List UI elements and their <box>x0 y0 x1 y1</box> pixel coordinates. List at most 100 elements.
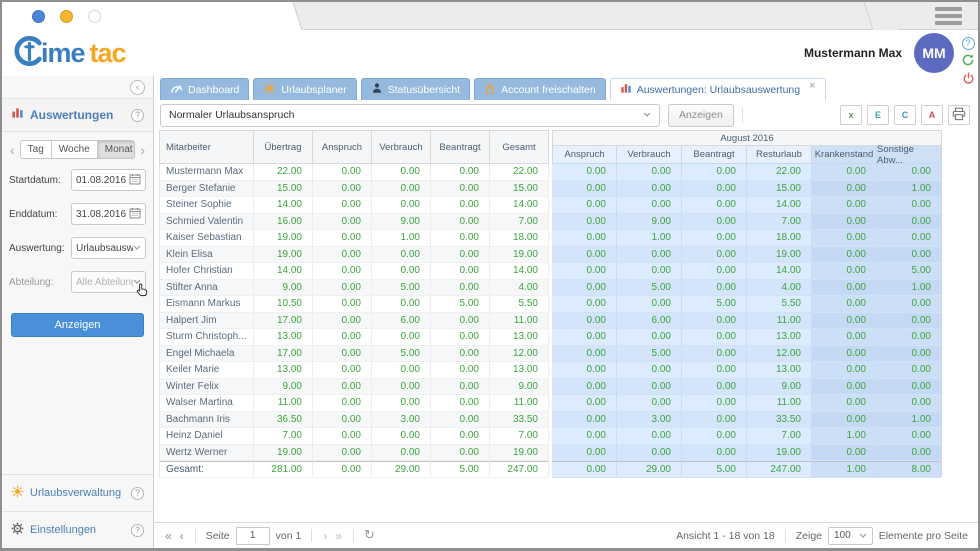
value-cell: 0.00 <box>552 428 617 445</box>
column-header[interactable]: Resturlaub <box>747 146 812 164</box>
tab-statusübersicht[interactable]: Statusübersicht <box>361 78 470 100</box>
table-row[interactable]: Klein Elisa19.000.000.000.0019.000.000.0… <box>159 247 942 264</box>
close-icon[interactable]: × <box>809 80 815 92</box>
report-type-select[interactable]: Normaler Urlaubsanspruch <box>160 104 660 127</box>
export-xlsx-button[interactable]: E <box>867 105 889 125</box>
employee-name: Halpert Jim <box>159 313 254 330</box>
table-row[interactable]: Stifter Anna9.000.005.000.004.000.005.00… <box>159 280 942 297</box>
value-cell: 13.00 <box>254 329 313 346</box>
value-cell: 0.00 <box>313 181 372 198</box>
table-row[interactable]: Winter Felix9.000.000.000.009.000.000.00… <box>159 379 942 396</box>
value-cell: 22.00 <box>490 164 549 181</box>
startdate-input[interactable]: 01.08.2016 <box>71 169 146 191</box>
sun-icon <box>263 82 276 98</box>
tab-dashboard[interactable]: Dashboard <box>160 78 249 100</box>
last-page-icon[interactable]: » <box>334 529 343 543</box>
table-row[interactable]: Schmied Valentin16.000.009.000.007.000.0… <box>159 214 942 231</box>
sidebar-section-auswertungen[interactable]: Auswertungen ? <box>2 98 153 131</box>
table-row[interactable]: Sturm Christoph...13.000.000.000.0013.00… <box>159 329 942 346</box>
clock-icon <box>14 36 44 71</box>
window-dot-white[interactable] <box>88 10 101 23</box>
table-row[interactable]: Walser Martina11.000.000.000.0011.000.00… <box>159 395 942 412</box>
next-period-icon[interactable]: › <box>137 142 148 158</box>
value-cell: 7.00 <box>747 214 812 231</box>
column-header[interactable]: Anspruch <box>552 146 617 164</box>
period-tab-monat[interactable]: Monat <box>98 141 136 158</box>
logout-button[interactable] <box>961 74 975 88</box>
enddate-input[interactable]: 31.08.2016 <box>71 203 146 225</box>
export-xls-button[interactable]: x <box>840 105 862 125</box>
value-cell: 0.00 <box>877 197 942 214</box>
column-header[interactable]: Mitarbeiter <box>159 130 254 164</box>
value-cell: 0.00 <box>812 346 877 363</box>
startdate-label: Startdatum: <box>9 175 71 186</box>
tab-account-freischalten[interactable]: Account freischalten <box>474 78 606 100</box>
table-row[interactable]: Keiler Marie13.000.000.000.0013.000.000.… <box>159 362 942 379</box>
column-header[interactable]: Beantragt <box>682 146 747 164</box>
value-cell: 12.00 <box>490 346 549 363</box>
column-header[interactable]: Beantragt <box>431 130 490 164</box>
employee-name: Mustermann Max <box>159 164 254 181</box>
prev-page-icon[interactable]: ‹ <box>179 529 185 543</box>
export-csv-button[interactable]: C <box>894 105 916 125</box>
export-pdf-button[interactable]: A <box>921 105 943 125</box>
chart-icon <box>620 82 632 97</box>
tab-urlaubsplaner[interactable]: Urlaubsplaner <box>253 78 356 100</box>
value-cell: 0.00 <box>313 214 372 231</box>
tab-auswertungen-urlaubsauswertung[interactable]: Auswertungen: Urlaubsauswertung× <box>610 78 826 100</box>
anzeigen-button[interactable]: Anzeigen <box>11 313 144 337</box>
prev-period-icon[interactable]: ‹ <box>7 142 18 158</box>
menu-icon[interactable] <box>935 7 962 28</box>
table-row[interactable]: Halpert Jim17.000.006.000.0011.000.006.0… <box>159 313 942 330</box>
period-tab-tag[interactable]: Tag <box>21 141 52 158</box>
refresh-button[interactable] <box>961 55 975 69</box>
value-cell: 0.00 <box>877 329 942 346</box>
value-cell: 0.00 <box>372 379 431 396</box>
help-button[interactable]: ? <box>961 36 975 50</box>
table-row[interactable]: Gesamt:281.000.0029.005.00247.000.0029.0… <box>159 461 942 478</box>
next-page-icon[interactable]: › <box>322 529 328 543</box>
period-tab-woche[interactable]: Woche <box>52 141 98 158</box>
column-header[interactable]: Verbrauch <box>372 130 431 164</box>
table-row[interactable]: Berger Stefanie15.000.000.000.0015.000.0… <box>159 181 942 198</box>
value-cell: 14.00 <box>490 197 549 214</box>
window-dot-yellow[interactable] <box>60 10 73 23</box>
column-header[interactable]: Übertrag <box>254 130 313 164</box>
refresh-icon[interactable]: ↻ <box>364 528 375 543</box>
page-size-select[interactable]: 100 <box>828 527 873 545</box>
print-button[interactable] <box>948 105 970 125</box>
value-cell: 0.00 <box>431 263 490 280</box>
help-icon[interactable]: ? <box>131 109 144 122</box>
auswertung-select[interactable]: Urlaubsauswe <box>71 237 146 259</box>
first-page-icon[interactable]: « <box>164 529 173 543</box>
sidebar-item-urlaubsverwaltung[interactable]: Urlaubsverwaltung ? <box>2 474 153 511</box>
column-header[interactable]: Anspruch <box>313 130 372 164</box>
table-row[interactable]: Mustermann Max22.000.000.000.0022.000.00… <box>159 164 942 181</box>
column-header[interactable]: Krankenstand <box>812 146 877 164</box>
value-cell: 0.00 <box>431 395 490 412</box>
table-row[interactable]: Hofer Christian14.000.000.000.0014.000.0… <box>159 263 942 280</box>
table-row[interactable]: Engel Michaela17.000.005.000.0012.000.00… <box>159 346 942 363</box>
table-row[interactable]: Heinz Daniel7.000.000.000.007.000.000.00… <box>159 428 942 445</box>
sidebar-collapse-button[interactable]: ‹ <box>130 80 145 95</box>
table-row[interactable]: Steiner Sophie14.000.000.000.0014.000.00… <box>159 197 942 214</box>
table-row[interactable]: Kaiser Sebastian19.000.001.000.0018.000.… <box>159 230 942 247</box>
table-row[interactable]: Wertz Werner19.000.000.000.0019.000.000.… <box>159 445 942 462</box>
page-number-input[interactable] <box>236 527 270 545</box>
value-cell: 0.00 <box>682 412 747 429</box>
help-icon[interactable]: ? <box>131 487 144 500</box>
column-header[interactable]: Gesamt <box>490 130 549 164</box>
value-cell: 0.00 <box>431 428 490 445</box>
table-row[interactable]: Eismann Markus10.500.000.005.005.500.000… <box>159 296 942 313</box>
anzeigen-toolbar-button[interactable]: Anzeigen <box>668 104 734 127</box>
window-dot-blue[interactable] <box>32 10 45 23</box>
help-icon[interactable]: ? <box>131 524 144 537</box>
table-row[interactable]: Bachmann Iris36.500.003.000.0033.500.003… <box>159 412 942 429</box>
avatar[interactable]: MM <box>914 33 954 73</box>
value-cell: 0.00 <box>877 379 942 396</box>
value-cell: 0.00 <box>313 346 372 363</box>
column-header[interactable]: Verbrauch <box>617 146 682 164</box>
value-cell: 33.50 <box>747 412 812 429</box>
sidebar-item-einstellungen[interactable]: Einstellungen ? <box>2 511 153 548</box>
column-header[interactable]: Sonstige Abw... <box>877 146 942 164</box>
